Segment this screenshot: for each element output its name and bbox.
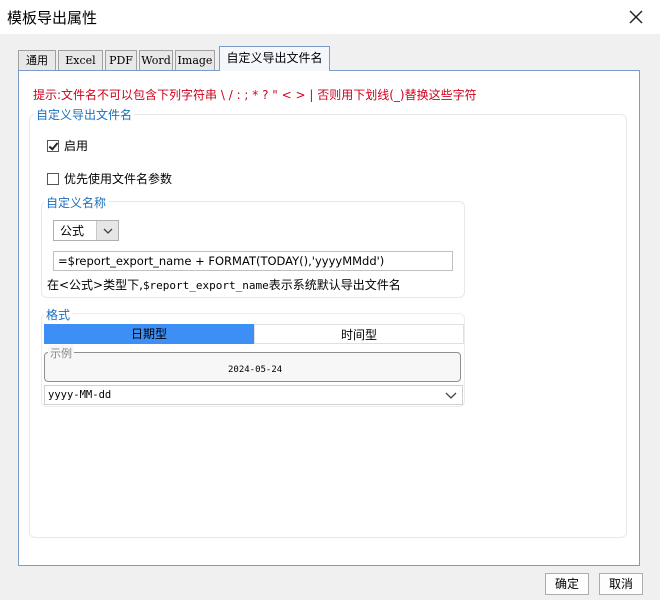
enable-label: 启用 — [64, 139, 89, 153]
title-bar: 模板导出属性 — [0, 0, 660, 34]
tab-general[interactable]: 通用 — [18, 50, 56, 70]
formula-note: 在<公式>类型下,$report_export_name表示系统默认导出文件名 — [47, 276, 401, 293]
prefer-param-checkbox[interactable] — [47, 172, 59, 185]
cancel-button[interactable]: 取消 — [599, 573, 643, 595]
enable-row[interactable]: 启用 — [47, 137, 88, 154]
tab-custom-filename[interactable]: 自定义导出文件名 — [219, 46, 330, 71]
group-custom-filename-title: 自定义导出文件名 — [34, 106, 135, 123]
formula-input[interactable]: =$report_export_name + FORMAT(TODAY(),'y… — [53, 251, 453, 271]
example-label: 示例 — [48, 345, 74, 361]
group-format-title: 格式 — [44, 306, 73, 323]
close-icon[interactable] — [626, 7, 646, 27]
example-value: 2024-05-24 — [228, 365, 283, 375]
seg-time-type[interactable]: 时间型 — [254, 324, 464, 344]
tab-pdf[interactable]: PDF — [105, 50, 137, 70]
tab-image[interactable]: Image — [175, 50, 215, 70]
format-select[interactable]: yyyy-MM-dd — [44, 385, 463, 405]
chevron-down-icon[interactable] — [96, 221, 118, 240]
seg-date-type[interactable]: 日期型 — [44, 324, 254, 344]
formula-note-var: $report_export_name — [142, 279, 269, 292]
prefer-param-row[interactable]: 优先使用文件名参数 — [47, 170, 172, 187]
tab-excel[interactable]: Excel — [58, 50, 103, 70]
prefer-param-label: 优先使用文件名参数 — [64, 172, 173, 186]
window-title: 模板导出属性 — [7, 9, 98, 27]
format-select-value: yyyy-MM-dd — [48, 389, 112, 401]
name-type-select[interactable]: 公式 — [53, 220, 119, 241]
ok-button[interactable]: 确定 — [545, 573, 589, 595]
formula-note-suffix: 表示系统默认导出文件名 — [268, 278, 401, 292]
group-custom-name-title: 自定义名称 — [44, 194, 109, 211]
enable-checkbox[interactable] — [47, 139, 59, 152]
chevron-down-icon[interactable] — [443, 387, 459, 403]
formula-note-prefix: 在<公式>类型下, — [47, 278, 143, 292]
name-type-value: 公式 — [60, 224, 85, 238]
tab-word[interactable]: Word — [139, 50, 173, 70]
hint-text: 提示:文件名不可以包含下列字符串 \ / : ; * ? " < > | 否则用… — [33, 88, 477, 102]
